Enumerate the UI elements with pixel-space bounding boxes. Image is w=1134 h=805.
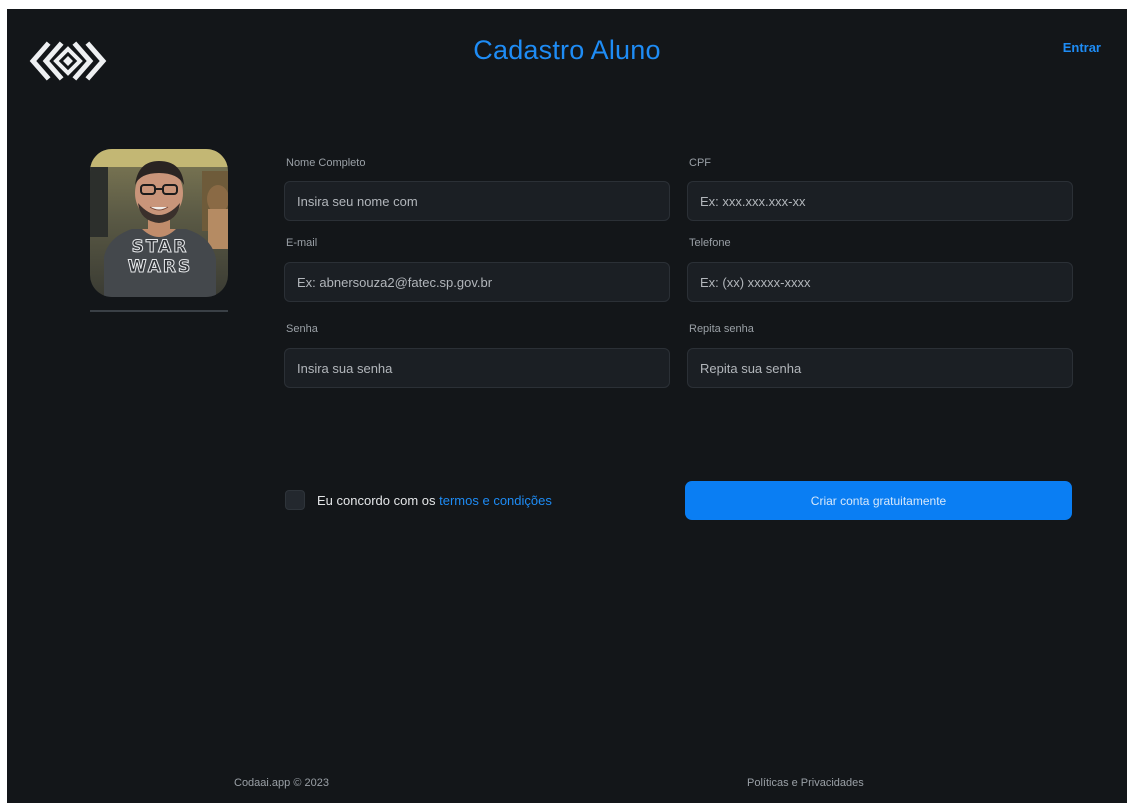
full-name-label: Nome Completo bbox=[286, 157, 366, 169]
phone-label: Telefone bbox=[689, 237, 731, 249]
shirt-print-line1: STAR bbox=[132, 237, 189, 257]
terms-link[interactable]: termos e condições bbox=[439, 493, 552, 508]
cpf-label: CPF bbox=[689, 157, 711, 169]
password-input[interactable] bbox=[284, 348, 670, 388]
login-link[interactable]: Entrar bbox=[1063, 40, 1101, 55]
avatar-underline bbox=[90, 310, 228, 312]
footer-policies-link[interactable]: Políticas e Privacidades bbox=[747, 777, 864, 789]
page-title: Cadastro Aluno bbox=[473, 35, 661, 65]
email-input[interactable] bbox=[284, 262, 670, 302]
full-name-input[interactable] bbox=[284, 181, 670, 221]
avatar[interactable]: STAR WARS bbox=[90, 149, 228, 297]
phone-input[interactable] bbox=[687, 262, 1073, 302]
app-window: Cadastro Aluno Entrar STAR WARS Nome Com… bbox=[7, 9, 1127, 803]
footer-copyright: Codaai.app © 2023 bbox=[234, 777, 329, 789]
password-confirm-input[interactable] bbox=[687, 348, 1073, 388]
avatar-photo: STAR WARS bbox=[90, 149, 228, 297]
shirt-print-line2: WARS bbox=[128, 257, 192, 277]
create-account-button[interactable]: Criar conta gratuitamente bbox=[685, 481, 1072, 520]
password-label: Senha bbox=[286, 323, 318, 335]
cpf-input[interactable] bbox=[687, 181, 1073, 221]
password-confirm-label: Repita senha bbox=[689, 323, 754, 335]
email-label: E-mail bbox=[286, 237, 318, 249]
terms-agreement-label: Eu concordo com os bbox=[317, 493, 436, 508]
terms-agreement: Eu concordo com os termos e condições bbox=[317, 493, 552, 508]
terms-checkbox[interactable] bbox=[285, 490, 305, 510]
